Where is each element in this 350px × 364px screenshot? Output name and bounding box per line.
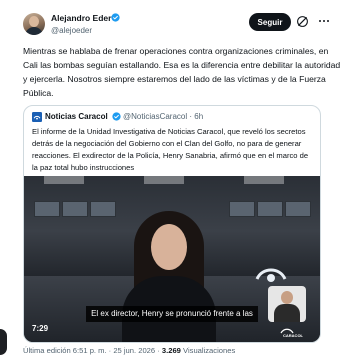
views-label: Visualizaciones xyxy=(183,346,236,355)
quoted-author-name[interactable]: Noticias Caracol xyxy=(45,112,108,121)
grok-icon[interactable] xyxy=(296,15,309,28)
quoted-age: 6h xyxy=(194,112,204,121)
author-avatar[interactable] xyxy=(23,13,45,35)
caracol-watermark: CARACOL xyxy=(280,328,304,338)
verified-badge-icon xyxy=(111,13,120,22)
quoted-tweet[interactable]: Noticias Caracol @NoticiasCaracol · 6h E… xyxy=(23,105,321,343)
author-name[interactable]: Alejandro Eder xyxy=(51,13,111,23)
follow-button[interactable]: Seguir xyxy=(249,13,291,31)
meta-separator: · xyxy=(189,112,193,121)
video-player[interactable]: El ex director, Henry se pronunció frent… xyxy=(24,176,320,342)
view-count: 3.269 xyxy=(161,346,181,355)
caracol-logo-icon xyxy=(255,268,287,282)
sign-language-interpreter xyxy=(268,286,306,322)
more-options-icon[interactable] xyxy=(318,18,330,24)
author-handle[interactable]: @alejoeder xyxy=(51,26,92,35)
floating-action-button[interactable] xyxy=(0,329,7,355)
tweet-footer: Última edición 6:51 p. m. · 25 jun. 2026… xyxy=(23,346,235,355)
caracol-logo-icon xyxy=(32,112,42,122)
verified-badge-icon xyxy=(112,112,121,121)
tweet-text: Mientras se hablaba de frenar operacione… xyxy=(23,46,341,98)
quoted-text: El informe de la Unidad Investigativa de… xyxy=(32,127,309,172)
quoted-meta: @NoticiasCaracol · 6h xyxy=(123,112,203,121)
quoted-handle[interactable]: @NoticiasCaracol xyxy=(123,112,187,121)
video-duration: 7:29 xyxy=(32,324,49,333)
edit-timestamp[interactable]: Última edición 6:51 p. m. · 25 jun. 2026… xyxy=(23,346,160,355)
watermark-text: CARACOL xyxy=(283,333,304,338)
video-caption: El ex director, Henry se pronunció frent… xyxy=(86,306,258,322)
